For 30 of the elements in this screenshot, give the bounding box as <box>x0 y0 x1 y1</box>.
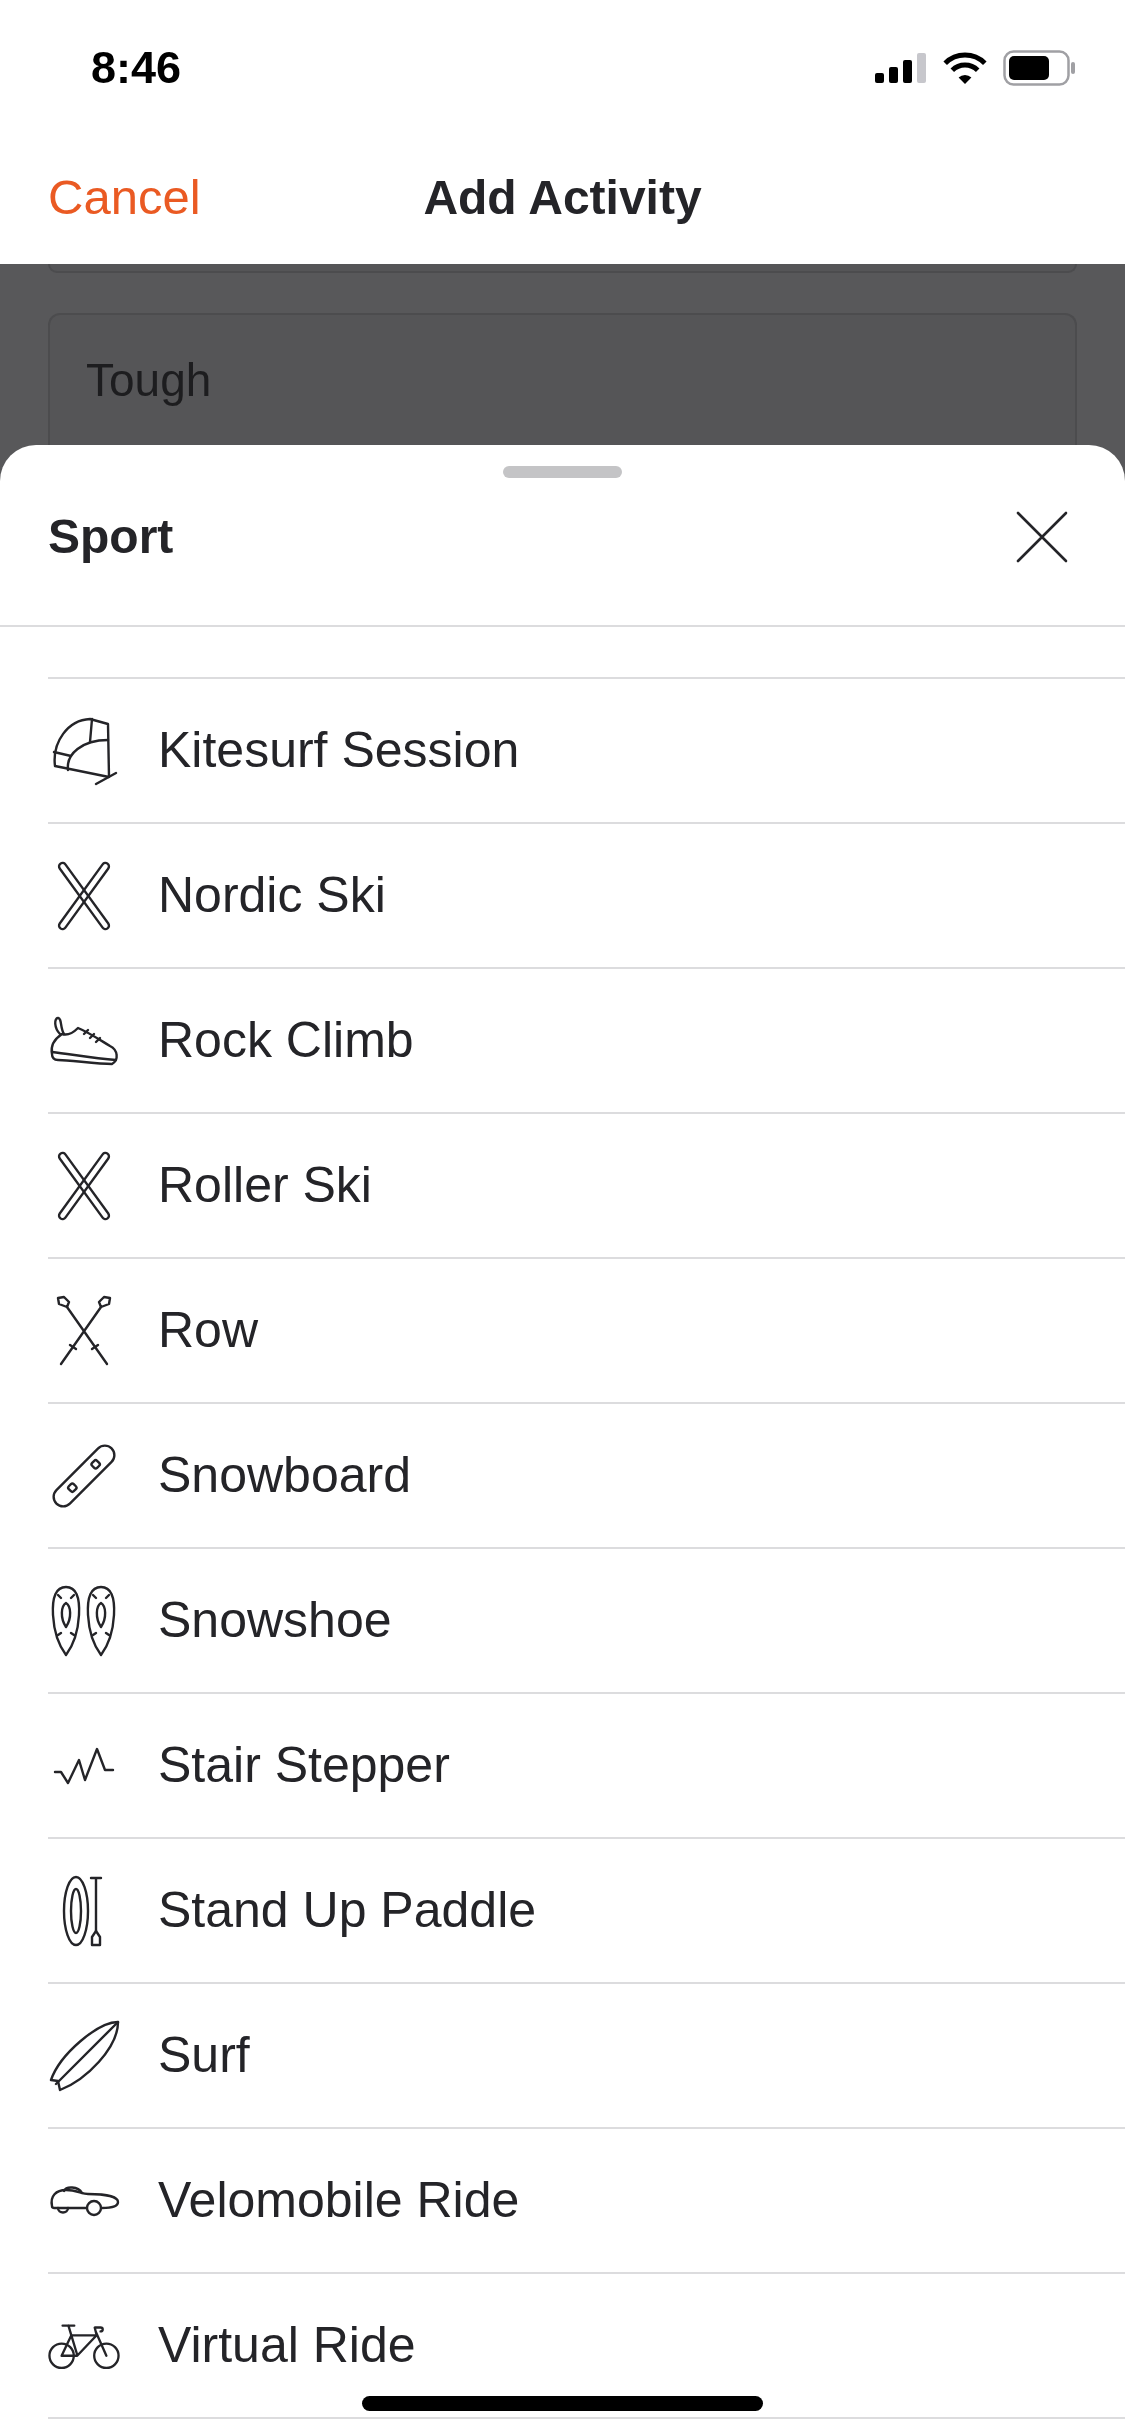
sport-option[interactable]: Rock Climb <box>48 969 1125 1114</box>
kite-icon <box>50 715 118 786</box>
sport-option[interactable]: Row <box>48 1259 1125 1404</box>
sport-option[interactable]: Velomobile Ride <box>48 2129 1125 2274</box>
sheet-title: Sport <box>48 509 174 565</box>
skis-icon <box>56 859 112 932</box>
drag-handle[interactable] <box>503 466 622 478</box>
sport-option[interactable]: Snowshoe <box>48 1549 1125 1694</box>
screen-title: Add Activity <box>423 170 702 226</box>
surfboard-icon <box>48 2019 120 2092</box>
close-icon <box>1016 511 1068 563</box>
sport-option[interactable]: Stand Up Paddle <box>48 1839 1125 1984</box>
close-button[interactable] <box>1016 511 1068 563</box>
zigzag-line-icon <box>53 1745 115 1786</box>
sport-option[interactable]: Surf <box>48 1984 1125 2129</box>
sport-option[interactable]: Nordic Ski <box>48 824 1125 969</box>
battery-icon <box>1003 50 1077 86</box>
status-time: 8:46 <box>91 41 182 96</box>
sport-option[interactable]: Roller Ski <box>48 1114 1125 1259</box>
wifi-icon <box>942 51 988 85</box>
cancel-button[interactable]: Cancel <box>48 161 201 235</box>
signal-icon <box>875 53 927 83</box>
sport-option[interactable]: Kitesurf Session <box>48 679 1125 824</box>
skis-icon <box>56 1149 112 1222</box>
oars-icon <box>55 1294 113 1367</box>
sport-option[interactable]: Stair Stepper <box>48 1694 1125 1839</box>
sport-option[interactable]: Snowboard <box>48 1404 1125 1549</box>
snowshoes-icon <box>51 1584 117 1657</box>
velomobile-icon <box>48 2183 120 2218</box>
input-field[interactable] <box>48 264 1077 273</box>
